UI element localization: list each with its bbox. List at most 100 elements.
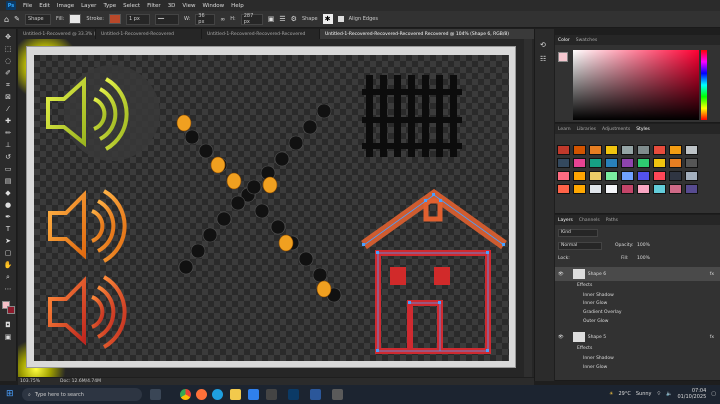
- menu-file[interactable]: File: [23, 3, 32, 9]
- menu-help[interactable]: Help: [231, 3, 244, 9]
- effect-row[interactable]: Inner Shadow: [555, 293, 720, 298]
- style-swatch[interactable]: [621, 158, 634, 168]
- layer-row-shape5[interactable]: 👁 Shape 5 fx: [555, 330, 720, 344]
- fx-badge[interactable]: fx: [710, 272, 714, 277]
- hand-tool-icon[interactable]: ✋: [3, 261, 13, 269]
- clone-stamp-tool-icon[interactable]: ⊥: [3, 141, 13, 149]
- menu-layer[interactable]: Layer: [81, 3, 96, 9]
- eyedropper-tool-icon[interactable]: ⁄: [3, 105, 13, 113]
- menu-3d[interactable]: 3D: [168, 3, 176, 9]
- stroke-width-field[interactable]: 1 px: [125, 13, 150, 25]
- style-swatch[interactable]: [669, 171, 682, 181]
- menu-type[interactable]: Type: [103, 3, 116, 9]
- weather-temp[interactable]: 29°C: [619, 391, 631, 397]
- healing-brush-tool-icon[interactable]: ✚: [3, 117, 13, 125]
- style-swatch[interactable]: [621, 145, 634, 155]
- style-swatch[interactable]: [669, 184, 682, 194]
- screen-mode-icon[interactable]: ▣: [3, 333, 13, 341]
- fill-field[interactable]: 100%: [637, 256, 650, 261]
- style-swatch[interactable]: [621, 184, 634, 194]
- menu-select[interactable]: Select: [123, 3, 140, 9]
- style-swatch[interactable]: [669, 145, 682, 155]
- tab-styles[interactable]: Styles: [636, 127, 650, 132]
- fx-badge[interactable]: fx: [710, 335, 714, 340]
- style-swatch[interactable]: [573, 145, 586, 155]
- tab-layers[interactable]: Layers: [558, 218, 573, 223]
- doc-tab-2[interactable]: Untitled-1-Recovered-Recovered: [96, 29, 202, 39]
- weather-icon[interactable]: ☀: [609, 391, 613, 397]
- menu-window[interactable]: Window: [202, 3, 224, 9]
- taskbar-search[interactable]: ⌕ Type here to search: [22, 388, 142, 401]
- style-swatch[interactable]: [557, 171, 570, 181]
- tab-channels[interactable]: Channels: [579, 218, 600, 223]
- style-swatch[interactable]: [573, 184, 586, 194]
- style-swatch[interactable]: [653, 171, 666, 181]
- style-swatch[interactable]: [589, 158, 602, 168]
- tab-paths[interactable]: Paths: [606, 218, 618, 223]
- tab-learn[interactable]: Learn: [558, 127, 571, 132]
- style-swatch[interactable]: [653, 145, 666, 155]
- tab-adjustments[interactable]: Adjustments: [602, 127, 630, 132]
- eye-icon[interactable]: 👁: [558, 272, 564, 277]
- canvas-area[interactable]: [18, 39, 534, 377]
- shape-preview-icon[interactable]: ✱: [322, 14, 333, 24]
- style-swatch[interactable]: [637, 145, 650, 155]
- stroke-style-select[interactable]: ━━: [154, 13, 179, 25]
- opacity-field[interactable]: 100%: [637, 243, 650, 248]
- shape-tool-icon[interactable]: ▢: [3, 249, 13, 257]
- move-tool-icon[interactable]: ✥: [3, 33, 13, 41]
- photoshop-logo-icon[interactable]: Ps: [6, 1, 16, 10]
- style-swatch[interactable]: [685, 171, 698, 181]
- doc-tab-3[interactable]: Untitled-1-Recovered-Recovered-Recovered: [202, 29, 320, 39]
- edge-icon[interactable]: [212, 389, 223, 400]
- effect-row[interactable]: Inner Glow: [555, 365, 720, 370]
- effect-row[interactable]: Inner Shadow: [555, 356, 720, 361]
- pen-tool-icon[interactable]: ✎: [14, 15, 20, 23]
- microsoft-store-icon[interactable]: [248, 389, 259, 400]
- gear-icon[interactable]: ⚙: [291, 15, 297, 23]
- link-icon[interactable]: ∞: [220, 16, 225, 23]
- blend-mode-select[interactable]: Normal: [558, 242, 602, 250]
- notifications-icon[interactable]: ▢: [711, 391, 716, 397]
- path-selection-tool-icon[interactable]: ➤: [3, 237, 13, 245]
- fill-swatch[interactable]: [69, 14, 82, 24]
- task-view-icon[interactable]: [150, 389, 161, 400]
- style-swatch[interactable]: [605, 158, 618, 168]
- style-swatch[interactable]: [653, 158, 666, 168]
- quick-select-tool-icon[interactable]: ✐: [3, 69, 13, 77]
- style-swatch[interactable]: [637, 171, 650, 181]
- history-icon[interactable]: ⟲: [540, 41, 546, 49]
- align-edges-checkbox[interactable]: [337, 16, 344, 22]
- path-operations-icon[interactable]: ▣: [268, 15, 275, 23]
- style-swatch[interactable]: [653, 184, 666, 194]
- style-swatch[interactable]: [685, 145, 698, 155]
- zoom-tool-icon[interactable]: ⌕: [3, 273, 13, 281]
- style-swatch[interactable]: [557, 158, 570, 168]
- style-swatch[interactable]: [589, 171, 602, 181]
- style-swatch[interactable]: [557, 184, 570, 194]
- style-swatch[interactable]: [605, 145, 618, 155]
- style-swatch[interactable]: [637, 158, 650, 168]
- menu-filter[interactable]: Filter: [147, 3, 161, 9]
- style-swatch[interactable]: [621, 171, 634, 181]
- style-swatch[interactable]: [589, 184, 602, 194]
- type-tool-icon[interactable]: T: [3, 225, 13, 233]
- layer-row-shape6[interactable]: 👁 Shape 6 fx: [555, 267, 720, 281]
- file-explorer-icon[interactable]: [230, 389, 241, 400]
- doc-tab-active[interactable]: Untitled-1-Recovered-Recovered-Recovered…: [320, 29, 552, 39]
- tab-color[interactable]: Color: [558, 38, 570, 43]
- crop-tool-icon[interactable]: ⌗: [3, 81, 13, 89]
- tab-libraries[interactable]: Libraries: [577, 127, 596, 132]
- properties-icon[interactable]: ☷: [540, 55, 546, 63]
- menu-edit[interactable]: Edit: [39, 3, 50, 9]
- menu-view[interactable]: View: [182, 3, 195, 9]
- effect-row[interactable]: Inner Glow: [555, 301, 720, 306]
- layer-filter-kind[interactable]: Kind: [558, 229, 598, 237]
- frame-tool-icon[interactable]: ⊠: [3, 93, 13, 101]
- vertical-scrollbar[interactable]: [524, 39, 532, 377]
- app-icon[interactable]: [266, 389, 277, 400]
- foreground-color-chip[interactable]: [558, 52, 568, 62]
- height-field[interactable]: 287 px: [240, 13, 263, 25]
- firefox-icon[interactable]: [196, 389, 207, 400]
- history-brush-tool-icon[interactable]: ↺: [3, 153, 13, 161]
